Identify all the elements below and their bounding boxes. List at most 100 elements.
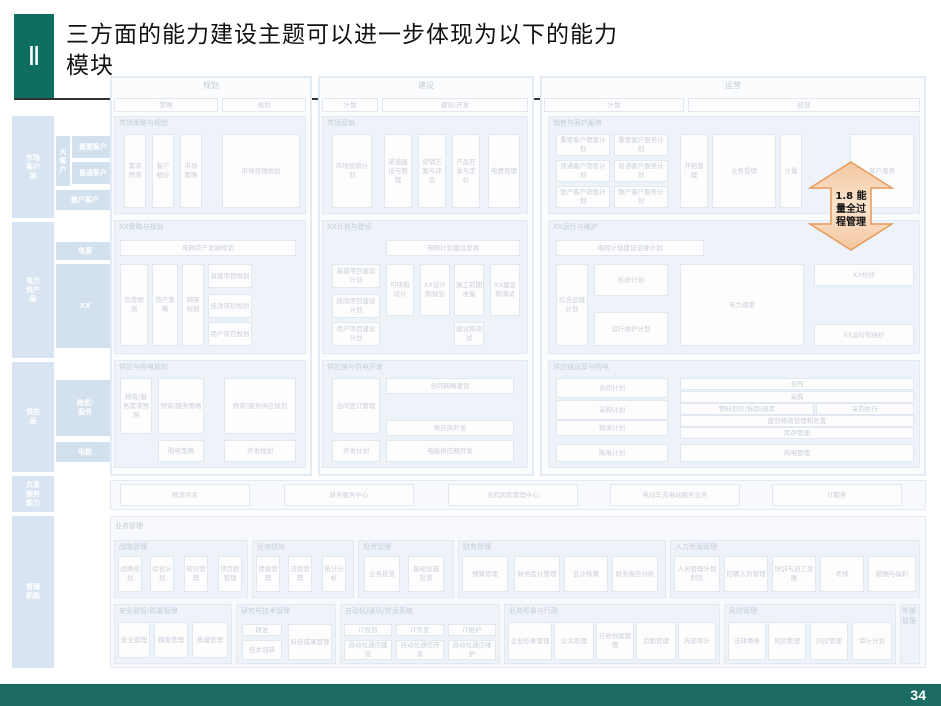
box-power: 基建项目建设计划 (332, 264, 380, 288)
mgmt-box: 项目群管理 (218, 556, 242, 592)
box-power: 技改项目规划 (208, 294, 252, 318)
mgmt-box: 法律事务 (728, 622, 766, 660)
box-power: 资产策略 (152, 264, 178, 346)
mgmt-box: 薪酬与福利 (868, 556, 916, 592)
mgmt-box: 招聘人员管理 (724, 556, 768, 592)
pane-title: 市场营销 (327, 119, 355, 127)
box-market: 重要客户服务计划 (614, 134, 668, 156)
box-power: 综合运维计划 (556, 264, 588, 346)
shared-service-box: 物流共享 (120, 484, 250, 506)
box-power: 电力调度 (680, 264, 804, 346)
mgmt-box: 知识管理 (184, 556, 208, 592)
box-market: 营销方案与评估 (418, 134, 446, 208)
pane-title: XX计划与建设 (327, 223, 372, 231)
shared-service-box: 财务服务中心 (284, 484, 414, 506)
box-supply: 物料到货/拆卸/退库 (680, 403, 814, 415)
mgmt-box: 基础设施投资 (408, 556, 444, 592)
box-supply: 废旧物资管理和处置 (680, 415, 914, 427)
box-power: 电网计划建设发展 (386, 240, 520, 256)
mgmt-box: 自动化通信建设 (344, 640, 392, 660)
page-title-line1: 三方面的能力建设主题可以进一步体现为以下的能力 (66, 22, 618, 48)
mgmt-box: 科技成果管理 (288, 624, 332, 660)
box-supply: 购电管理 (680, 444, 914, 462)
mgmt-group: 外部管理 (900, 604, 920, 664)
box-supply: 开发规划 (224, 440, 296, 462)
row-label-mgmt: 管理 职能 (12, 516, 54, 668)
row-label-market: 市场 客户 层 (12, 116, 54, 218)
box-power: 基建项目规划 (208, 264, 252, 288)
pane-title: 供应链运营与购电 (553, 363, 609, 371)
box-market: 产品开发与定价 (452, 134, 480, 208)
box-supply: 物流计划 (556, 420, 668, 436)
box-supply: 合同签订管理 (332, 378, 380, 434)
box-power: 网架规划 (182, 264, 204, 346)
box-market: 渠道建设与管理 (384, 134, 412, 208)
box-supply: 电能供应网开发 (386, 440, 514, 462)
box-power: 建设和调试 (454, 322, 484, 346)
pane-title: 供应与购电规划 (119, 363, 168, 371)
box-market: 业务受理 (712, 134, 776, 208)
mgmt-box: 绩效管理 (256, 556, 280, 592)
box-supply: 物资/服务需求预测 (120, 378, 152, 434)
mgmt-group-title: 财务管理 (463, 543, 491, 551)
row-label-shared: 共享 服务 能力 (12, 476, 54, 512)
mgmt-box: 研发 (242, 624, 282, 636)
box-power: XX建设和调试 (490, 264, 520, 316)
mgmt-group-title: 研究与技术管理 (241, 607, 290, 615)
mgmt-group-title: 投资管理 (363, 543, 391, 551)
mgmt-box: IT维护 (448, 624, 496, 636)
mgmt-box: 安全管理 (118, 622, 150, 658)
mgmt-box: IT规划 (344, 624, 392, 636)
mgmt-box: 财务会计管理 (514, 556, 560, 592)
label-xx: XX (56, 264, 114, 348)
callout-line1: 1.8 能 (835, 191, 867, 202)
mgmt-box: IT开发 (396, 624, 444, 636)
box-power: 负荷预测 (120, 264, 148, 346)
column-header-construction: 建设 (418, 81, 434, 90)
shared-service-box: 电动车充电站服务业务 (610, 484, 740, 506)
label-energy: 电能 (56, 442, 114, 462)
box-power: 用户项目建设计划 (332, 322, 380, 346)
mgmt-group-title: 自动化/通讯/信息系统 (345, 607, 413, 615)
label-important-customer: 重要客户 (72, 136, 114, 158)
mgmt-group-title: 业务绩效 (257, 543, 285, 551)
box-supply: 购电策略 (158, 440, 204, 462)
box-power: XX设计和规划 (420, 264, 450, 316)
mgmt-box: 业务投资 (364, 556, 400, 592)
box-market: 重要客户销售计划 (556, 134, 610, 156)
subhead-operate: 经营 (688, 98, 920, 112)
shared-service-box: 合同风险管理中心 (448, 484, 578, 506)
mgmt-group-title: 业务形象与行政 (509, 607, 558, 615)
box-supply: 合同 (680, 378, 914, 390)
box-power: 可研和设计 (386, 264, 414, 316)
box-market: 散户客户服务计划 (614, 186, 668, 208)
label-power-source: 电源 (56, 242, 114, 260)
mgmt-box: 财务报告分析 (612, 556, 658, 592)
box-supply: 采购执行 (816, 403, 914, 415)
mgmt-box: 质量管理 (192, 622, 228, 658)
mgmt-group-title: 战略管理 (119, 543, 147, 551)
pane-title: 供应链与供电开发 (327, 363, 383, 371)
box-power: 检修计划 (594, 264, 668, 296)
subhead-construct: 建设/开发 (382, 98, 528, 112)
mgmt-box: 行政档案管理 (596, 622, 634, 660)
box-supply: 供应商开发 (386, 420, 514, 436)
box-power: XX运行和维护 (814, 324, 914, 346)
mgmt-group-title: 风险管理 (729, 607, 757, 615)
mgmt-box: 公关管理 (554, 622, 594, 660)
mgmt-box: 内部审计 (678, 622, 716, 660)
mgmt-box: 考核 (820, 556, 864, 592)
subhead-plan2: 计划 (544, 98, 684, 112)
mgmt-box: 会计核算 (564, 556, 608, 592)
pane-title: 市场策略与规划 (119, 119, 168, 127)
box-market: 普通客户销售计划 (556, 160, 610, 182)
row-label-band: 市场 客户 层 电力 资产 层 供应 层 共享 服务 能力 管理 职能 (12, 116, 54, 668)
box-supply: 采购计划 (556, 400, 668, 420)
pane-title: XX策略与规划 (119, 223, 164, 231)
box-market: 需求预测 (124, 134, 146, 208)
label-retail-customer: 散户客户 (56, 190, 114, 210)
box-market: 市场营销规划 (222, 134, 300, 208)
mgmt-box: 流程管理 (288, 556, 312, 592)
mgmt-box: 战略规划 (118, 556, 142, 592)
box-market: 电费管理 (488, 134, 520, 208)
